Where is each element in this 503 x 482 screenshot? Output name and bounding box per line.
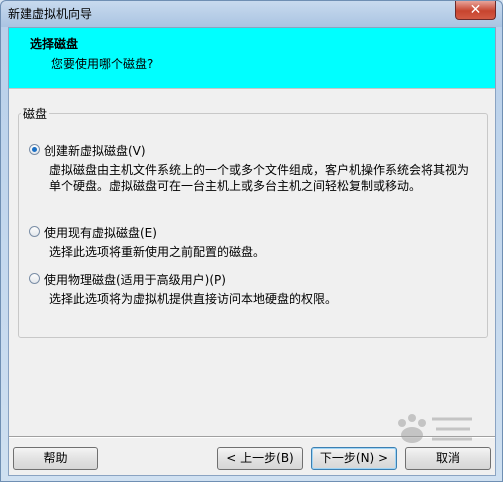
help-button[interactable]: 帮助 <box>13 447 98 470</box>
next-button[interactable]: 下一步(N) > <box>311 447 397 470</box>
option-create-new-disk-description: 虚拟磁盘由主机文件系统上的一个或多个文件组成，客户机操作系统会将其视为单个硬盘。… <box>49 163 470 193</box>
wizard-window: 新建虚拟机向导 ✕ 选择磁盘 您要使用哪个磁盘? 磁盘 创建新虚拟磁盘(V) 虚… <box>0 0 503 482</box>
header-subtitle: 您要使用哪个磁盘? <box>51 57 154 71</box>
back-button[interactable]: < 上一步(B) <box>217 447 303 470</box>
disk-group-label: 磁盘 <box>23 107 48 121</box>
option-use-physical-disk-description: 选择此选项将为虚拟机提供直接访问本地硬盘的权限。 <box>49 292 338 306</box>
window-title: 新建虚拟机向导 <box>8 7 93 21</box>
disk-group: 磁盘 创建新虚拟磁盘(V) 虚拟磁盘由主机文件系统上的一个或多个文件组成，客户机… <box>18 105 488 338</box>
close-icon: ✕ <box>469 2 482 18</box>
option-create-new-disk-label[interactable]: 创建新虚拟磁盘(V) <box>44 142 146 159</box>
title-bar[interactable]: 新建虚拟机向导 ✕ <box>1 1 502 27</box>
radio-use-physical-disk[interactable] <box>29 273 40 284</box>
close-button[interactable]: ✕ <box>455 1 496 20</box>
header-title: 选择磁盘 <box>30 37 79 51</box>
option-use-existing-disk-label[interactable]: 使用现有虚拟磁盘(E) <box>44 224 157 241</box>
wizard-header: 选择磁盘 您要使用哪个磁盘? <box>9 28 495 89</box>
option-use-physical-disk-label[interactable]: 使用物理磁盘(适用于高级用户)(P) <box>44 271 226 288</box>
watermark-logo <box>398 414 472 443</box>
radio-create-new-disk[interactable] <box>29 144 40 155</box>
radio-use-existing-disk[interactable] <box>29 226 40 237</box>
option-use-existing-disk-description: 选择此选项将重新使用之前配置的磁盘。 <box>49 245 266 259</box>
